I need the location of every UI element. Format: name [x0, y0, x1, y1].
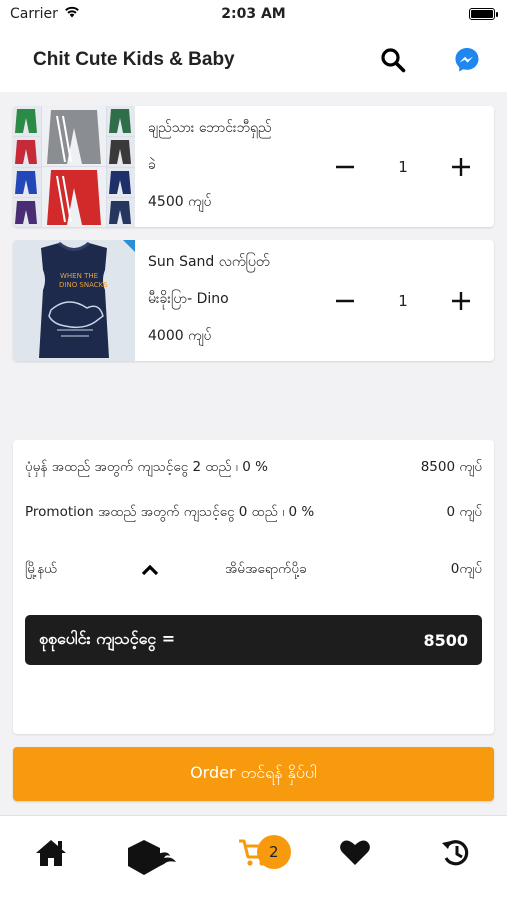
township-label: မြို့နယ်	[25, 561, 58, 577]
app-header: Chit Cute Kids & Baby	[0, 28, 507, 92]
tab-history[interactable]	[406, 838, 507, 868]
cart-item: WHEN THE DINO SNACKS Sun Sand လက်ပြတ် မီ…	[13, 240, 494, 361]
search-icon	[381, 48, 406, 73]
increase-quantity-button[interactable]	[446, 286, 476, 316]
item-info: ချည်သား ဘောင်းဘီရှည် ခဲ 4500 ကျပ်	[135, 106, 330, 227]
new-corner-badge	[123, 240, 135, 252]
total-value: 8500	[423, 630, 468, 650]
minus-icon	[336, 299, 354, 302]
delivery-fee-label: အိမ်အရောက်ပို့ခ	[225, 561, 307, 577]
product-image-pants[interactable]	[13, 106, 135, 227]
quantity-stepper: 1	[330, 240, 494, 361]
wifi-icon	[64, 6, 80, 22]
increase-quantity-button[interactable]	[446, 152, 476, 182]
cart-item: ချည်သား ဘောင်းဘီရှည် ခဲ 4500 ကျပ် 1	[13, 106, 494, 227]
plus-icon	[452, 157, 470, 176]
item-name: Sun Sand လက်ပြတ်	[148, 254, 270, 270]
messenger-button[interactable]	[447, 40, 487, 80]
regular-items-label: ပုံမှန် အထည် အတွက် ကျသင့်ငွေ 2 ထည် ၊ 0 %	[25, 459, 268, 475]
bottom-tab-bar: 2	[0, 815, 507, 900]
item-variant: မီးခိုးပြာ- Dino	[148, 291, 229, 307]
township-toggle-button[interactable]	[135, 563, 165, 577]
item-price: 4000 ကျပ်	[148, 328, 212, 344]
messenger-icon	[455, 48, 479, 72]
heart-icon	[340, 840, 370, 865]
tab-favorites[interactable]	[304, 838, 405, 866]
tab-categories[interactable]	[101, 838, 202, 878]
total-label: စုစုပေါင်း ကျသင့်ငွေ =	[39, 629, 176, 648]
item-name: ချည်သား ဘောင်းဘီရှည်	[148, 120, 272, 136]
item-variant: ခဲ	[148, 157, 156, 173]
quantity-value: 1	[398, 157, 408, 176]
order-summary: ပုံမှန် အထည် အတွက် ကျသင့်ငွေ 2 ထည် ၊ 0 %…	[13, 440, 494, 734]
decrease-quantity-button[interactable]	[330, 286, 360, 316]
tab-home[interactable]	[0, 838, 101, 868]
chevron-up-icon	[141, 564, 159, 576]
search-button[interactable]	[373, 40, 413, 80]
plus-icon	[452, 291, 470, 310]
app-title: Chit Cute Kids & Baby	[33, 49, 235, 70]
place-order-button[interactable]: Order တင်ရန် နှိပ်ပါ	[13, 747, 494, 801]
regular-items-row: ပုံမှန် အထည် အတွက် ကျသင့်ငွေ 2 ထည် ၊ 0 %…	[25, 458, 482, 478]
promotion-items-value: 0 ကျပ်	[446, 504, 482, 520]
tab-cart[interactable]: 2	[203, 835, 304, 869]
delivery-row: မြို့နယ် အိမ်အရောက်ပို့ခ 0ကျပ်	[25, 560, 482, 580]
status-left: Carrier	[10, 6, 80, 22]
product-image-tanktop[interactable]: WHEN THE DINO SNACKS	[13, 240, 135, 361]
item-price: 4500 ကျပ်	[148, 194, 212, 210]
battery-icon	[469, 8, 498, 20]
regular-items-value: 8500 ကျပ်	[420, 459, 482, 475]
svg-text:WHEN THE: WHEN THE	[60, 272, 98, 280]
quantity-stepper: 1	[330, 106, 494, 227]
cart-count-badge: 2	[256, 835, 291, 869]
promotion-items-label: Promotion အထည် အတွက် ကျသင့်ငွေ 0 ထည် ၊ 0…	[25, 504, 315, 520]
quantity-value: 1	[398, 291, 408, 310]
promotion-items-row: Promotion အထည် အတွက် ကျသင့်ငွေ 0 ထည် ၊ 0…	[25, 503, 482, 523]
delivery-fee-value: 0ကျပ်	[450, 561, 482, 577]
home-icon	[35, 840, 66, 866]
carrier-label: Carrier	[10, 6, 58, 22]
decrease-quantity-button[interactable]	[330, 152, 360, 182]
minus-icon	[336, 165, 354, 168]
total-bar: စုစုပေါင်း ကျသင့်ငွေ = 8500	[25, 615, 482, 665]
svg-text:DINO SNACKS: DINO SNACKS	[59, 281, 108, 289]
hexagon-fire-icon	[128, 840, 177, 875]
item-info: Sun Sand လက်ပြတ် မီးခိုးပြာ- Dino 4000 က…	[135, 240, 330, 361]
history-icon	[442, 840, 469, 866]
status-bar: Carrier 2:03 AM	[0, 0, 507, 28]
